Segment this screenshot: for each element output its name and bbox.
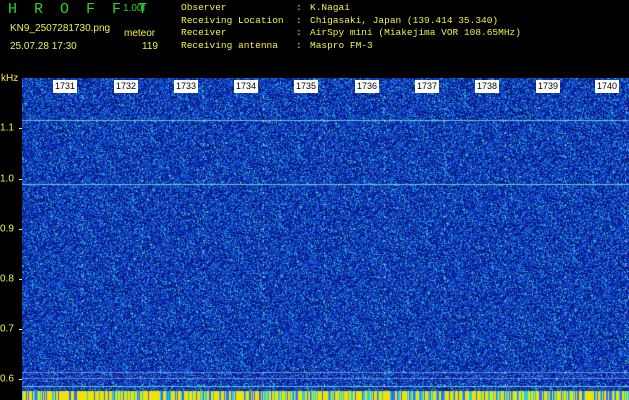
info-row-antenna: Receiving antenna: Maspro FM-3	[181, 39, 373, 51]
info-row-observer: Observer: K.Nagai	[181, 2, 350, 13]
freq-label-1-1: 1.1	[0, 122, 14, 134]
time-label-1738: 1738	[475, 80, 500, 93]
freq-label-0-9: 0.9	[0, 223, 14, 235]
info-row-receiver: Receiver: AirSpy mini (Miakejima VOR 108.…	[181, 27, 521, 39]
time-label-1736: 1736	[355, 80, 380, 93]
mode-label: meteor	[124, 28, 156, 39]
spectrogram-area[interactable]	[22, 78, 629, 400]
version-label: 1.00f	[123, 3, 146, 14]
filename-label: KN9_2507281730.png	[10, 23, 111, 34]
station-info: Observer: K.Nagai Receiving Location: Chig…	[181, 2, 521, 52]
frequency-axis: 1.1 1.0 0.9 0.8 0.7 0.6	[0, 78, 23, 400]
datetime-label: 25.07.28 17:30	[10, 41, 77, 52]
freq-label-0-7: 0.7	[0, 323, 14, 335]
freq-label-0-6: 0.6	[0, 373, 14, 385]
time-label-1735: 1735	[294, 80, 319, 93]
header-panel: H R O F F T 1.00f KN9_2507281730.png met…	[0, 0, 629, 78]
freq-label-1-0: 1.0	[0, 173, 14, 185]
info-row-location: Receiving Location: Chigasaki, Japan (139…	[181, 14, 499, 26]
time-label-1740: 1740	[595, 80, 620, 93]
time-label-1737: 1737	[415, 80, 440, 93]
time-label-1739: 1739	[536, 80, 561, 93]
time-label-1731: 1731	[53, 80, 78, 93]
count-label: 119	[142, 41, 158, 52]
spectrogram-canvas[interactable]	[22, 78, 629, 400]
time-label-1732: 1732	[114, 80, 139, 93]
freq-label-0-8: 0.8	[0, 273, 14, 285]
time-axis: 1731 1732 1733 1734 1735 1736 1737 1738 …	[22, 80, 629, 94]
time-label-1733: 1733	[174, 80, 199, 93]
time-label-1734: 1734	[234, 80, 259, 93]
